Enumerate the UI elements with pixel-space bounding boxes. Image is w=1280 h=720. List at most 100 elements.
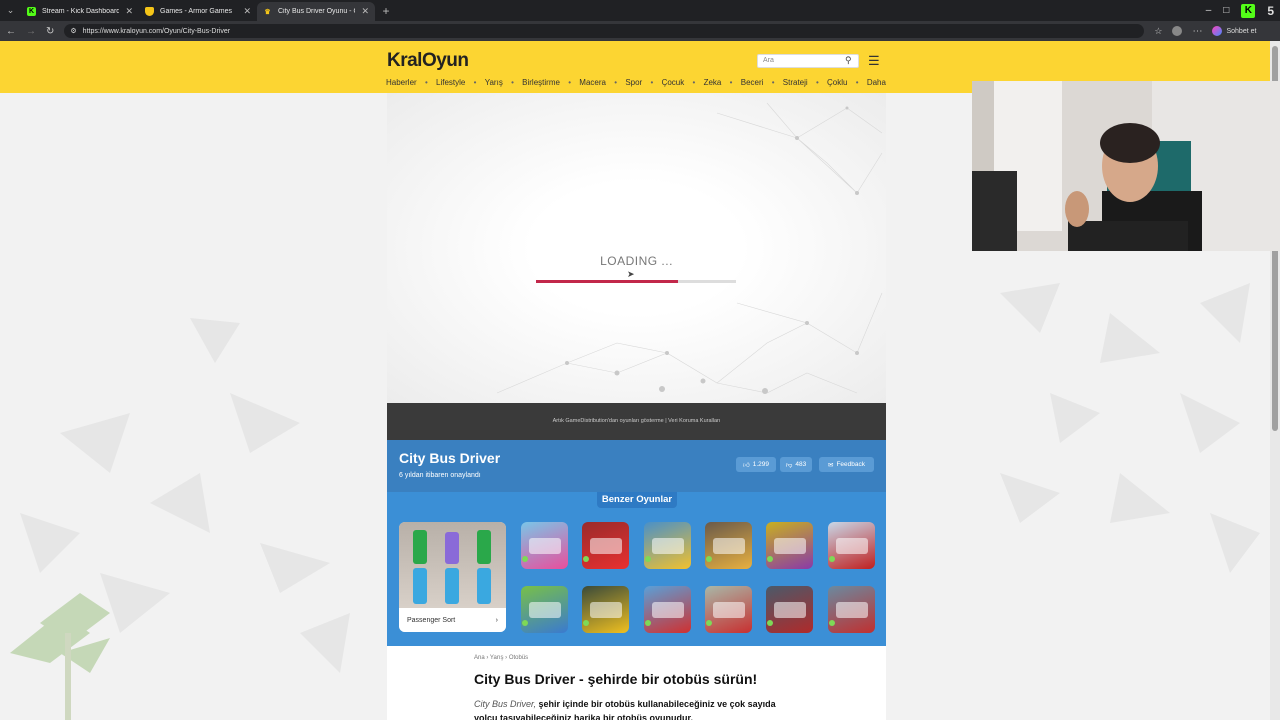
notice-text: Artık GameDistribution'dan oyunları göst… xyxy=(552,418,721,424)
back-icon[interactable]: ← xyxy=(6,26,16,37)
feedback-button[interactable]: ✉ Feedback xyxy=(819,457,874,472)
new-tab-button[interactable]: + xyxy=(375,2,397,21)
nav-separator: • xyxy=(511,78,514,87)
feedback-label: Feedback xyxy=(836,461,865,468)
game-article: Ana › Yarış › Otobüs City Bus Driver - ş… xyxy=(387,646,886,720)
tab-strip: ⌄ K Stream - Kick Dashboard ✕ Games - Ar… xyxy=(0,0,1280,21)
similar-game-thumbnail[interactable] xyxy=(704,586,752,633)
chat-button[interactable]: Sohbet et xyxy=(1212,26,1256,36)
bus-illustration xyxy=(590,538,623,554)
tab-kick-dashboard[interactable]: K Stream - Kick Dashboard ✕ xyxy=(21,2,139,21)
network-decoration xyxy=(496,102,883,394)
similar-game-thumbnail[interactable] xyxy=(766,522,814,569)
nav-separator: • xyxy=(815,78,819,87)
breadcrumb-home[interactable]: Ana xyxy=(474,655,485,661)
bus-illustration xyxy=(835,538,868,554)
site-info-icon[interactable]: ⚙ xyxy=(70,27,76,35)
nav-separator: • xyxy=(568,78,572,87)
chat-label: Sohbet et xyxy=(1226,27,1257,35)
nav-item-macera[interactable]: Macera xyxy=(579,78,606,87)
nav-item-strateji[interactable]: Strateji xyxy=(783,78,808,87)
nav-separator: • xyxy=(473,78,477,87)
bus-illustration xyxy=(651,538,684,554)
featured-game-art xyxy=(399,522,506,608)
profile-icon[interactable] xyxy=(1172,26,1183,36)
tab-title: City Bus Driver Oyunu - Online ü... xyxy=(278,8,355,15)
nav-separator: • xyxy=(650,78,654,87)
nav-item-spor[interactable]: Spor xyxy=(625,78,642,87)
similar-game-thumbnail[interactable] xyxy=(582,586,630,633)
similar-game-thumbnail[interactable] xyxy=(582,522,630,569)
bus-illustration xyxy=(712,538,745,554)
nav-separator: • xyxy=(692,78,696,87)
tab-city-bus-driver[interactable]: ♛ City Bus Driver Oyunu - Online ü... ✕ xyxy=(257,2,375,21)
nav-item-beceri[interactable]: Beceri xyxy=(741,78,764,87)
parking-lot-illustration xyxy=(413,530,491,604)
bus-illustration xyxy=(774,602,807,618)
nav-item-yaris[interactable]: Yarış xyxy=(485,78,503,87)
tab-search-chevron-icon[interactable]: ⌄ xyxy=(0,0,21,21)
more-menu-icon[interactable]: ⋯ xyxy=(1192,26,1202,37)
new-badge-icon xyxy=(705,620,712,626)
bus-illustration xyxy=(651,602,684,618)
mail-icon: ✉ xyxy=(828,461,834,469)
close-tab-icon[interactable]: ✕ xyxy=(125,6,133,17)
gamedistribution-notice[interactable]: Artık GameDistribution'dan oyunları göst… xyxy=(387,403,886,440)
bus-illustration xyxy=(835,602,868,618)
loading-progress-bar xyxy=(536,280,736,283)
tab-armor-games[interactable]: Games - Armor Games ✕ xyxy=(139,2,257,21)
tab-title: Games - Armor Games xyxy=(160,8,232,15)
close-tab-icon[interactable]: ✕ xyxy=(361,6,369,17)
nav-item-zeka[interactable]: Zeka xyxy=(704,78,722,87)
search-icon[interactable]: ⚲ xyxy=(845,55,852,66)
game-frame[interactable]: LOADING ... ➤ xyxy=(387,93,886,403)
similar-game-thumbnail[interactable] xyxy=(521,522,568,569)
new-badge-icon xyxy=(522,620,528,626)
shield-icon xyxy=(145,7,154,16)
kick-count: 5 xyxy=(1267,3,1274,18)
url-text: https://www.kraloyun.com/Oyun/City-Bus-D… xyxy=(82,27,231,35)
url-field[interactable]: ⚙ https://www.kraloyun.com/Oyun/City-Bus… xyxy=(64,24,1145,38)
nav-separator: • xyxy=(424,78,428,87)
like-button[interactable]: 👍︎ 1.299 xyxy=(736,457,776,472)
featured-game-name: Passenger Sort xyxy=(407,616,456,624)
webcam-overlay xyxy=(972,81,1280,251)
new-badge-icon xyxy=(828,556,835,562)
site-logo[interactable]: KralOyun xyxy=(387,50,469,72)
crown-icon: ♛ xyxy=(264,8,271,16)
kick-icon: K xyxy=(27,7,36,16)
bookmark-star-icon[interactable]: ☆ xyxy=(1154,26,1162,37)
nav-separator: • xyxy=(614,78,618,87)
nav-item-lifestyle[interactable]: Lifestyle xyxy=(436,78,465,87)
similar-game-thumbnail[interactable] xyxy=(827,586,875,633)
nav-item-birlestirme[interactable]: Birleştirme xyxy=(522,78,560,87)
dislike-button[interactable]: 👎︎ 483 xyxy=(780,457,812,472)
breadcrumb-yaris[interactable]: Yarış xyxy=(490,655,504,661)
game-title-bar: City Bus Driver 6 yıldan itibaren onayla… xyxy=(387,440,886,492)
similar-game-thumbnail[interactable] xyxy=(704,522,752,569)
similar-game-thumbnail[interactable] xyxy=(643,522,691,569)
close-tab-icon[interactable]: ✕ xyxy=(243,6,251,17)
nav-item-cocuk[interactable]: Çocuk xyxy=(662,78,685,87)
featured-game-card[interactable]: Passenger Sort › xyxy=(399,522,506,632)
similar-game-thumbnail[interactable] xyxy=(521,586,568,633)
article-lead: City Bus Driver, şehir içinde bir otobüs… xyxy=(474,697,794,720)
palm-tree-decoration xyxy=(10,593,110,720)
nav-item-daha[interactable]: Daha xyxy=(867,78,886,87)
breadcrumb: Ana › Yarış › Otobüs xyxy=(474,655,529,661)
maximize-icon[interactable]: □ xyxy=(1223,5,1229,16)
forward-icon[interactable]: → xyxy=(26,26,36,37)
reload-icon[interactable]: ↻ xyxy=(46,26,54,37)
search-input[interactable]: Ara xyxy=(757,54,859,68)
similar-game-thumbnail[interactable] xyxy=(766,586,814,633)
menu-search-icon[interactable]: ☰ xyxy=(868,53,880,69)
similar-game-thumbnail[interactable] xyxy=(643,586,691,633)
nav-separator: • xyxy=(729,78,733,87)
minimize-icon[interactable]: – xyxy=(1206,5,1212,16)
breadcrumb-otobus[interactable]: Otobüs xyxy=(509,655,528,661)
similar-game-thumbnail[interactable] xyxy=(827,522,875,569)
nav-item-coklu[interactable]: Çoklu xyxy=(827,78,847,87)
new-badge-icon xyxy=(767,620,774,626)
kick-overlay-icon: K xyxy=(1241,3,1256,18)
nav-item-haberler[interactable]: Haberler xyxy=(386,78,417,87)
